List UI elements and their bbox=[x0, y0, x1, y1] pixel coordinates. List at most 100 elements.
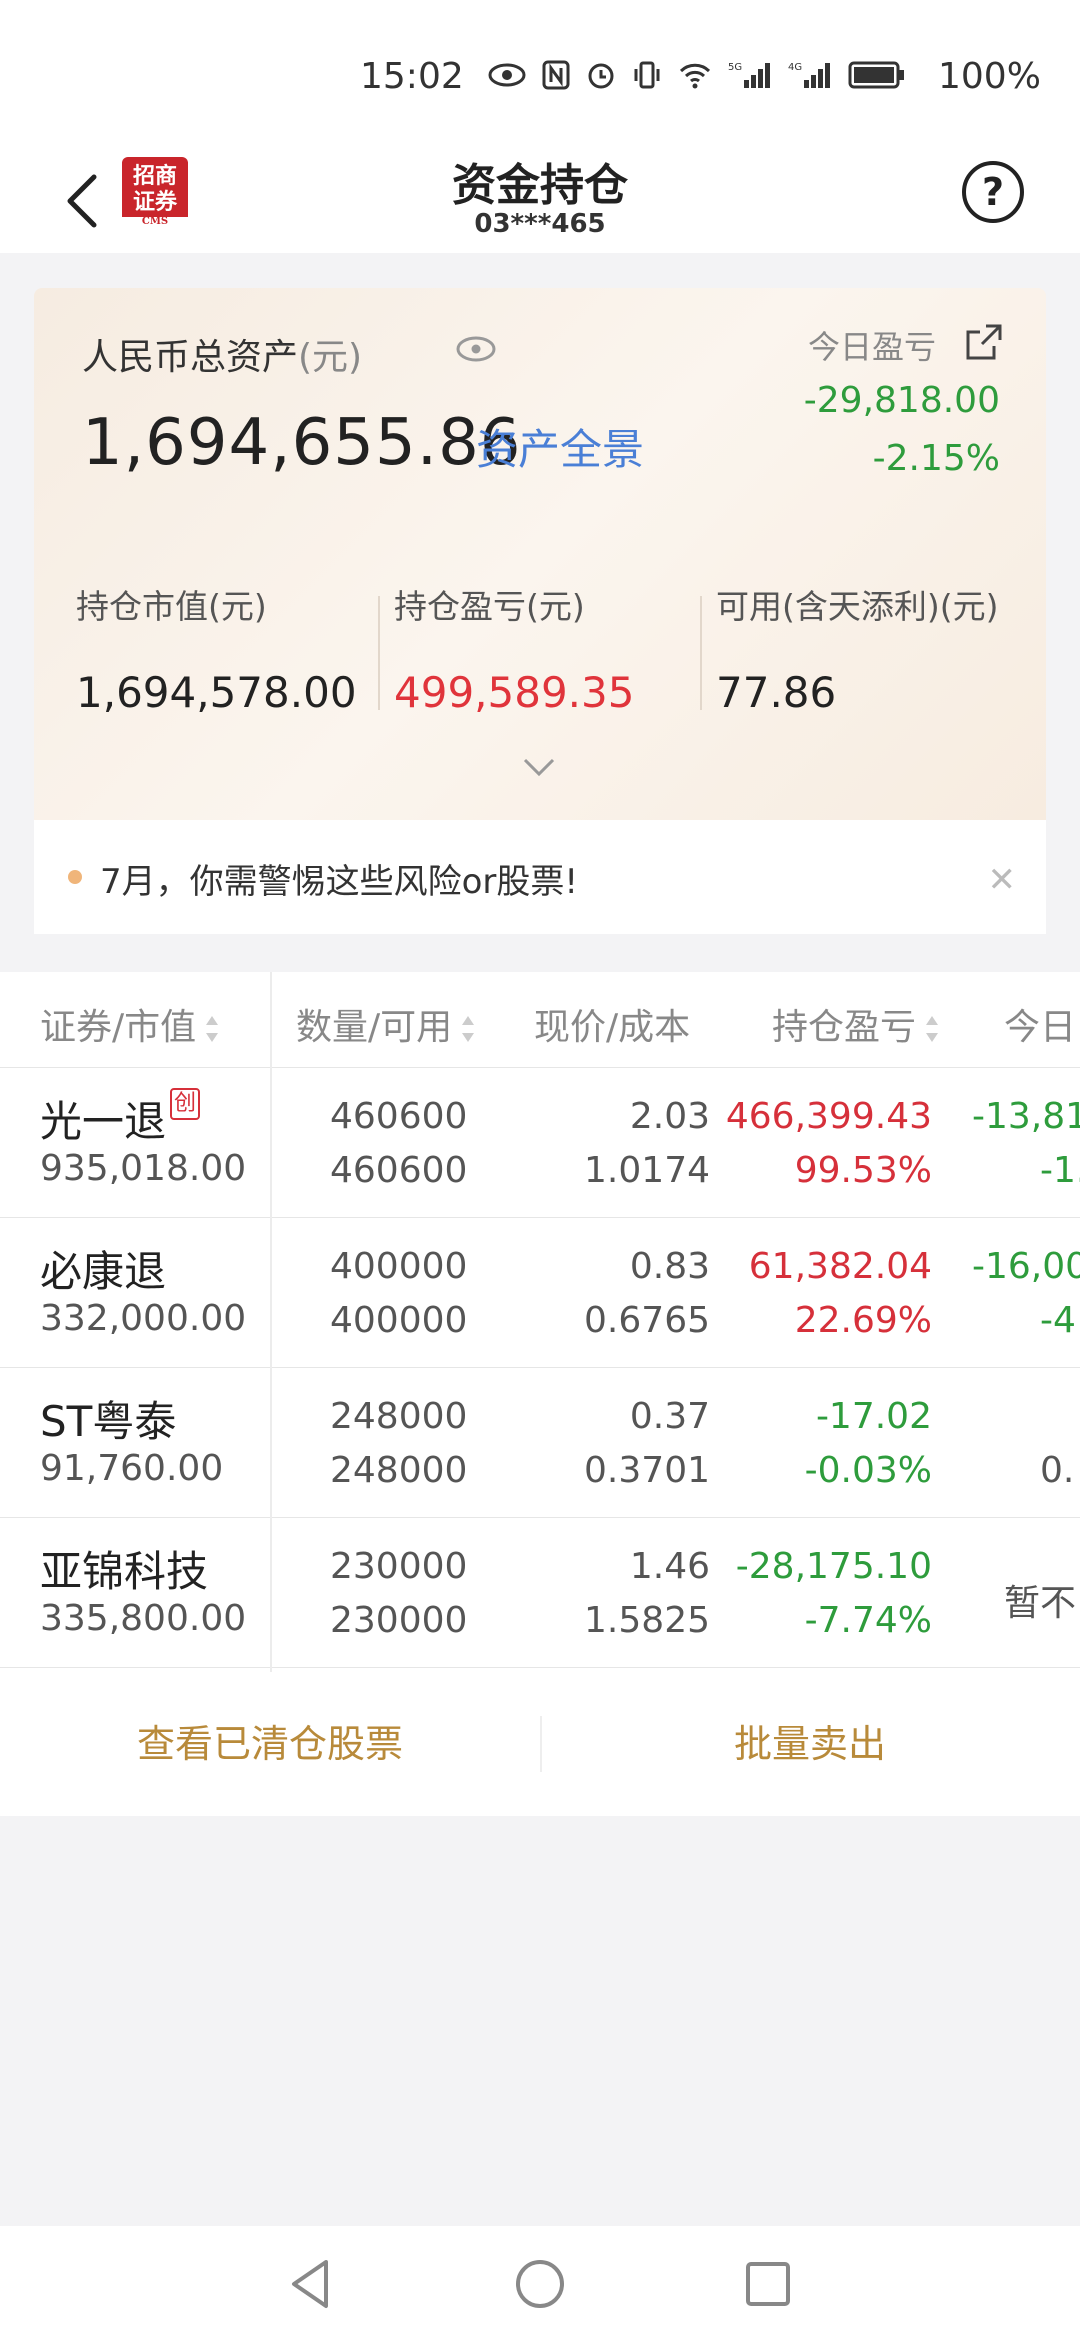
view-cleared-stocks-button[interactable]: 查看已清仓股票 bbox=[0, 1672, 540, 1816]
today-pl-value: -29,818.00 bbox=[803, 380, 1000, 421]
risk-notice-banner[interactable]: 7月，你需警惕这些风险or股票! ✕ bbox=[34, 820, 1046, 934]
column-header-quantity[interactable]: 数量/可用 bbox=[296, 998, 476, 1050]
stock-name: 必康退 bbox=[40, 1247, 167, 1296]
sort-icon bbox=[206, 1016, 219, 1042]
stock-name: 光一退创 bbox=[40, 1088, 201, 1149]
quantity: 400000 bbox=[330, 1246, 468, 1287]
asset-summary-card: 人民币总资产(元) 1,694,655.86 资产全景 今日盈亏 -29,818… bbox=[34, 288, 1046, 820]
today-pl-percent: -2.15% bbox=[872, 438, 1000, 479]
current-price: 0.37 bbox=[629, 1396, 710, 1437]
total-assets-value: 1,694,655.86 bbox=[82, 406, 522, 480]
current-price: 1.46 bbox=[629, 1546, 710, 1587]
stock-name: 亚锦科技 bbox=[40, 1547, 209, 1596]
metric-label: 持仓盈亏(元) bbox=[394, 587, 585, 626]
table-row[interactable]: 光一退创 935,018.00 460600 460600 2.03 1.017… bbox=[0, 1068, 1080, 1218]
quantity: 460600 bbox=[330, 1096, 468, 1137]
batch-sell-button[interactable]: 批量卖出 bbox=[540, 1672, 1080, 1816]
today-pl-percent: 0. bbox=[1040, 1450, 1075, 1491]
share-icon[interactable] bbox=[964, 322, 1004, 362]
metric-value: 77.86 bbox=[716, 668, 837, 717]
eye-icon bbox=[488, 63, 526, 87]
position-pl-percent: 22.69% bbox=[794, 1300, 932, 1341]
total-assets-label: 人民币总资产(元) bbox=[82, 328, 362, 380]
current-price: 0.83 bbox=[629, 1246, 710, 1287]
column-header-pl[interactable]: 持仓盈亏 bbox=[772, 998, 940, 1050]
stock-name: ST粤泰 bbox=[40, 1397, 177, 1446]
position-pl: -28,175.10 bbox=[735, 1546, 932, 1587]
chevron-down-icon[interactable] bbox=[522, 756, 556, 778]
bullet-dot bbox=[68, 870, 82, 884]
notice-text: 7月，你需警惕这些风险or股票! bbox=[100, 862, 579, 902]
eye-icon[interactable] bbox=[454, 334, 498, 364]
today-pl: -13,81 bbox=[972, 1096, 1080, 1137]
column-header-today: 今日 bbox=[1004, 1007, 1077, 1048]
app-header: 招商证券 CMS 资金持仓 03***465 ? bbox=[0, 135, 1080, 253]
metric-value: 1,694,578.00 bbox=[76, 668, 357, 717]
available: 230000 bbox=[330, 1600, 468, 1641]
svg-text:4G: 4G bbox=[788, 62, 802, 73]
help-icon[interactable]: ? bbox=[962, 161, 1024, 223]
cost-price: 0.6765 bbox=[584, 1300, 710, 1341]
market-value: 91,760.00 bbox=[40, 1448, 224, 1489]
frozen-column-divider bbox=[270, 972, 272, 1672]
today-pl: -16,00 bbox=[972, 1246, 1080, 1287]
holdings-table: 证券/市值 数量/可用 现价/成本 持仓盈亏 今日 光一退创 935,018.0… bbox=[0, 972, 1080, 1672]
nfc-icon bbox=[542, 60, 570, 90]
table-row[interactable]: ST粤泰 91,760.00 248000 248000 0.37 0.3701… bbox=[0, 1368, 1080, 1518]
page-title: 资金持仓 bbox=[452, 160, 628, 211]
status-icons: 5G 4G bbox=[488, 60, 906, 90]
available: 460600 bbox=[330, 1150, 468, 1191]
close-icon[interactable]: ✕ bbox=[988, 860, 1017, 900]
cost-price: 1.0174 bbox=[584, 1150, 710, 1191]
quantity: 248000 bbox=[330, 1396, 468, 1437]
metric-label: 可用(含天添利)(元) bbox=[716, 587, 999, 626]
sort-icon bbox=[462, 1016, 475, 1042]
position-pl: -17.02 bbox=[815, 1396, 932, 1437]
nav-home-icon[interactable] bbox=[510, 2254, 570, 2314]
metric-market-value: 持仓市值(元) 1,694,578.00 bbox=[76, 580, 357, 717]
table-row[interactable]: 必康退 332,000.00 400000 400000 0.83 0.6765… bbox=[0, 1218, 1080, 1368]
available: 400000 bbox=[330, 1300, 468, 1341]
metric-position-pl: 持仓盈亏(元) 499,589.35 bbox=[394, 580, 634, 717]
column-header-security[interactable]: 证券/市值 bbox=[40, 998, 220, 1050]
divider bbox=[378, 596, 380, 710]
holdings-actions: 查看已清仓股票 批量卖出 bbox=[0, 1672, 1080, 1816]
battery-percent: 100% bbox=[938, 56, 1041, 97]
nav-recents-icon[interactable] bbox=[738, 2254, 798, 2314]
today-pl-percent: -1. bbox=[1040, 1150, 1080, 1191]
nav-back-icon[interactable] bbox=[282, 2254, 342, 2314]
table-header: 证券/市值 数量/可用 现价/成本 持仓盈亏 今日 bbox=[0, 972, 1080, 1068]
today-pl-percent: -4 bbox=[1040, 1300, 1076, 1341]
total-assets-label-text: 人民币总资产 bbox=[82, 337, 299, 378]
column-header-price: 现价/成本 bbox=[534, 1007, 691, 1048]
alarm-icon bbox=[588, 63, 614, 89]
metric-label: 持仓市值(元) bbox=[76, 587, 267, 626]
position-pl: 61,382.04 bbox=[748, 1246, 932, 1287]
chinext-badge: 创 bbox=[170, 1088, 201, 1120]
today-pl-label: 今日盈亏 bbox=[807, 328, 936, 366]
divider bbox=[700, 596, 702, 710]
position-pl: 466,399.43 bbox=[725, 1096, 932, 1137]
available: 248000 bbox=[330, 1450, 468, 1491]
cost-price: 1.5825 bbox=[584, 1600, 710, 1641]
status-bar: 15:02 5G 4G 100% bbox=[0, 0, 1080, 135]
5g-signal-icon: 5G bbox=[728, 62, 770, 88]
vibrate-icon bbox=[634, 61, 660, 89]
svg-text:5G: 5G bbox=[728, 62, 742, 73]
asset-panorama-link[interactable]: 资产全景 bbox=[476, 416, 644, 477]
total-assets-unit: (元) bbox=[298, 337, 363, 378]
position-pl-percent: -0.03% bbox=[804, 1450, 932, 1491]
table-row[interactable]: 亚锦科技 335,800.00 230000 230000 1.46 1.582… bbox=[0, 1518, 1080, 1668]
market-value: 935,018.00 bbox=[40, 1148, 247, 1189]
battery-icon bbox=[848, 61, 904, 89]
status-time: 15:02 bbox=[360, 56, 464, 97]
sort-icon bbox=[926, 1016, 939, 1042]
position-pl-percent: 99.53% bbox=[794, 1150, 932, 1191]
metric-available: 可用(含天添利)(元) 77.86 bbox=[716, 580, 999, 717]
market-value: 335,800.00 bbox=[40, 1598, 247, 1639]
metric-value: 499,589.35 bbox=[394, 668, 635, 717]
system-nav-bar bbox=[0, 2226, 1080, 2340]
cost-price: 0.3701 bbox=[584, 1450, 710, 1491]
position-pl-percent: -7.74% bbox=[804, 1600, 932, 1641]
account-number: 03***465 bbox=[474, 209, 606, 239]
